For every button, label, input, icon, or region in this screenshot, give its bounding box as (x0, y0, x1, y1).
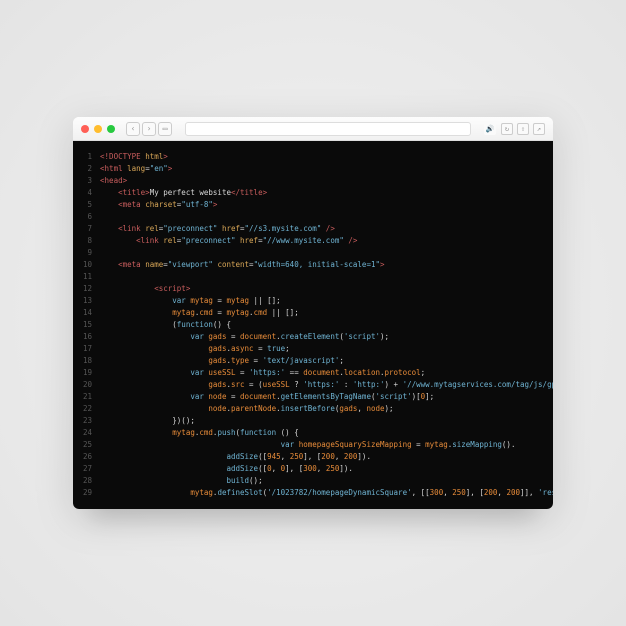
url-bar[interactable] (185, 122, 471, 136)
line-number: 25 (83, 439, 92, 451)
code-line: mytag.cmd.push(function () { (100, 427, 543, 439)
forward-button[interactable]: › (142, 122, 156, 136)
line-number: 7 (83, 223, 92, 235)
code-line: })(); (100, 415, 543, 427)
code-line (100, 271, 543, 283)
line-number: 24 (83, 427, 92, 439)
code-line: var node = document.getElementsByTagName… (100, 391, 543, 403)
code-line: var useSSL = 'https:' == document.locati… (100, 367, 543, 379)
code-line: <link rel="preconnect" href="//www.mysit… (100, 235, 543, 247)
code-line: <link rel="preconnect" href="//s3.mysite… (100, 223, 543, 235)
code-line: node.parentNode.insertBefore(gads, node)… (100, 403, 543, 415)
line-number: 4 (83, 187, 92, 199)
minimize-button[interactable] (94, 125, 102, 133)
code-editor: 1234567891011121314151617181920212223242… (73, 141, 553, 509)
line-number: 19 (83, 367, 92, 379)
code-line: <html lang="en"> (100, 163, 543, 175)
code-line: mytag.defineSlot('/1023782/homepageDynam… (100, 487, 543, 499)
line-number: 21 (83, 391, 92, 403)
code-line: gads.type = 'text/javascript'; (100, 355, 543, 367)
line-number: 2 (83, 163, 92, 175)
back-button[interactable]: ‹ (126, 122, 140, 136)
maximize-button[interactable] (107, 125, 115, 133)
code-line: <title>My perfect website</title> (100, 187, 543, 199)
close-button[interactable] (81, 125, 89, 133)
line-number: 20 (83, 379, 92, 391)
line-number: 8 (83, 235, 92, 247)
line-number: 18 (83, 355, 92, 367)
code-line: <!DOCTYPE html> (100, 151, 543, 163)
code-line: <meta name="viewport" content="width=640… (100, 259, 543, 271)
code-line: (function() { (100, 319, 543, 331)
nav-buttons: ‹ › ▭ (126, 122, 172, 136)
line-number: 5 (83, 199, 92, 211)
line-number-gutter: 1234567891011121314151617181920212223242… (73, 151, 100, 499)
code-line: <meta charset="utf-8"> (100, 199, 543, 211)
line-number: 23 (83, 415, 92, 427)
code-line: addSize([945, 250], [200, 200]). (100, 451, 543, 463)
line-number: 12 (83, 283, 92, 295)
tab-button[interactable]: ▭ (158, 122, 172, 136)
line-number: 28 (83, 475, 92, 487)
code-line: var gads = document.createElement('scrip… (100, 331, 543, 343)
line-number: 1 (83, 151, 92, 163)
line-number: 16 (83, 331, 92, 343)
line-number: 26 (83, 451, 92, 463)
right-toolbar: ↻ ⇧ ↗ (501, 123, 545, 135)
line-number: 29 (83, 487, 92, 499)
share-icon[interactable]: ↗ (533, 123, 545, 135)
code-line: <head> (100, 175, 543, 187)
refresh-icon[interactable]: ↻ (501, 123, 513, 135)
line-number: 6 (83, 211, 92, 223)
line-number: 9 (83, 247, 92, 259)
upload-icon[interactable]: ⇧ (517, 123, 529, 135)
code-line (100, 211, 543, 223)
line-number: 13 (83, 295, 92, 307)
line-number: 22 (83, 403, 92, 415)
code-content[interactable]: <!DOCTYPE html><html lang="en"><head> <t… (100, 151, 553, 499)
volume-icon[interactable]: 🔊 (484, 123, 496, 135)
code-line: mytag.cmd = mytag.cmd || []; (100, 307, 543, 319)
code-line: gads.src = (useSSL ? 'https:' : 'http:')… (100, 379, 543, 391)
traffic-lights (81, 125, 115, 133)
browser-window: ‹ › ▭ 🔊 ↻ ⇧ ↗ 12345678910111213141516171… (73, 117, 553, 509)
line-number: 27 (83, 463, 92, 475)
code-line (100, 247, 543, 259)
line-number: 14 (83, 307, 92, 319)
code-line: build(); (100, 475, 543, 487)
code-line: <script> (100, 283, 543, 295)
line-number: 15 (83, 319, 92, 331)
code-line: var homepageSquarySizeMapping = mytag.si… (100, 439, 543, 451)
line-number: 11 (83, 271, 92, 283)
code-line: addSize([0, 0], [300, 250]). (100, 463, 543, 475)
code-line: gads.async = true; (100, 343, 543, 355)
titlebar: ‹ › ▭ 🔊 ↻ ⇧ ↗ (73, 117, 553, 141)
code-line: var mytag = mytag || []; (100, 295, 543, 307)
line-number: 17 (83, 343, 92, 355)
line-number: 10 (83, 259, 92, 271)
line-number: 3 (83, 175, 92, 187)
